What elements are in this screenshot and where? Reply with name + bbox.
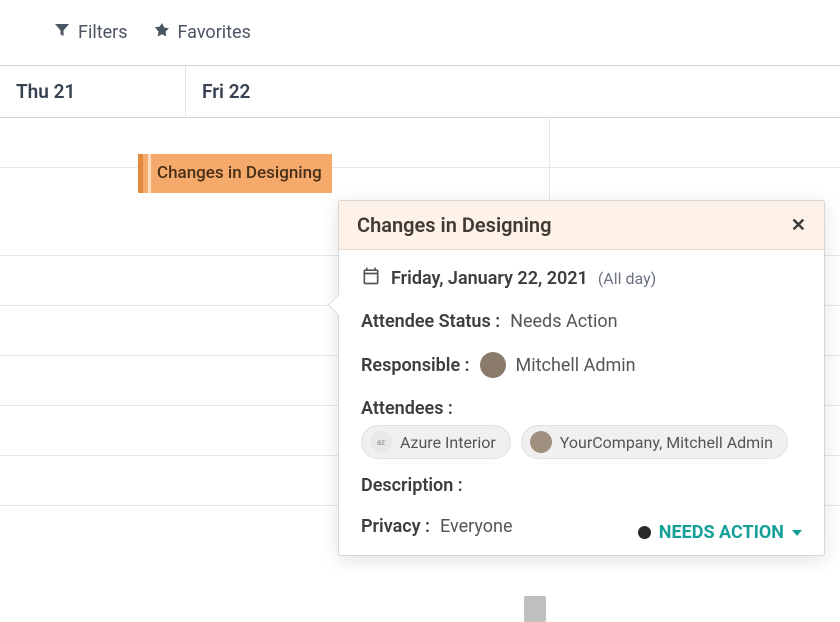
attendees-row: Attendees : az Azure Interior YourCompan… [361, 398, 802, 459]
calendar-event[interactable]: Changes in Designing [138, 154, 332, 193]
attendee-chip[interactable]: YourCompany, Mitchell Admin [521, 425, 788, 459]
day-header-fri[interactable]: Fri 22 [186, 66, 270, 117]
avatar [530, 431, 552, 453]
calendar-grid[interactable]: Changes in Designing Changes in Designin… [0, 118, 840, 518]
popover-allday: (All day) [598, 269, 656, 288]
chevron-down-icon [792, 530, 802, 536]
attendee-status-value: Needs Action [510, 311, 617, 332]
attendee-chips: az Azure Interior YourCompany, Mitchell … [361, 425, 802, 459]
popover-header: Changes in Designing ✕ [339, 201, 824, 250]
day-headers: Thu 21 Fri 22 [0, 65, 840, 118]
event-popover: Changes in Designing ✕ Friday, January 2… [338, 200, 825, 556]
privacy-value: Everyone [440, 516, 513, 537]
filters-button[interactable]: Filters [54, 22, 128, 43]
event-title: Changes in Designing [157, 163, 322, 183]
attendee-name: YourCompany, Mitchell Admin [560, 433, 773, 452]
company-logo-icon: az [370, 431, 392, 453]
star-icon [154, 22, 170, 43]
privacy-label: Privacy : [361, 516, 430, 537]
popover-body: Friday, January 22, 2021 (All day) Atten… [339, 250, 824, 555]
attendee-status-label: Attendee Status : [361, 311, 500, 332]
attendees-label: Attendees : [361, 398, 453, 419]
calendar-icon [361, 266, 381, 291]
attendee-name: Azure Interior [400, 433, 496, 452]
status-dropdown[interactable]: NEEDS ACTION [638, 522, 802, 543]
favorites-button[interactable]: Favorites [154, 22, 251, 43]
attendee-status-row: Attendee Status : Needs Action [361, 311, 802, 332]
filter-icon [54, 22, 70, 43]
filters-label: Filters [78, 22, 128, 43]
popover-date-row: Friday, January 22, 2021 (All day) [361, 266, 802, 291]
popover-title: Changes in Designing [357, 213, 551, 237]
status-label: NEEDS ACTION [659, 522, 784, 543]
attendee-chip[interactable]: az Azure Interior [361, 425, 511, 459]
description-label: Description : [361, 475, 463, 496]
status-dot-icon [638, 526, 651, 539]
responsible-label: Responsible : [361, 355, 470, 376]
favorites-label: Favorites [178, 22, 251, 43]
day-header-thu[interactable]: Thu 21 [0, 66, 186, 117]
scrollbar-thumb[interactable] [524, 596, 546, 622]
responsible-value: Mitchell Admin [516, 355, 636, 376]
close-icon[interactable]: ✕ [791, 215, 806, 236]
popover-date: Friday, January 22, 2021 [391, 268, 588, 289]
toolbar: Filters Favorites [0, 0, 840, 65]
responsible-row: Responsible : Mitchell Admin [361, 352, 802, 378]
description-row: Description : [361, 475, 802, 496]
popover-pointer [329, 295, 339, 315]
avatar [480, 352, 506, 378]
